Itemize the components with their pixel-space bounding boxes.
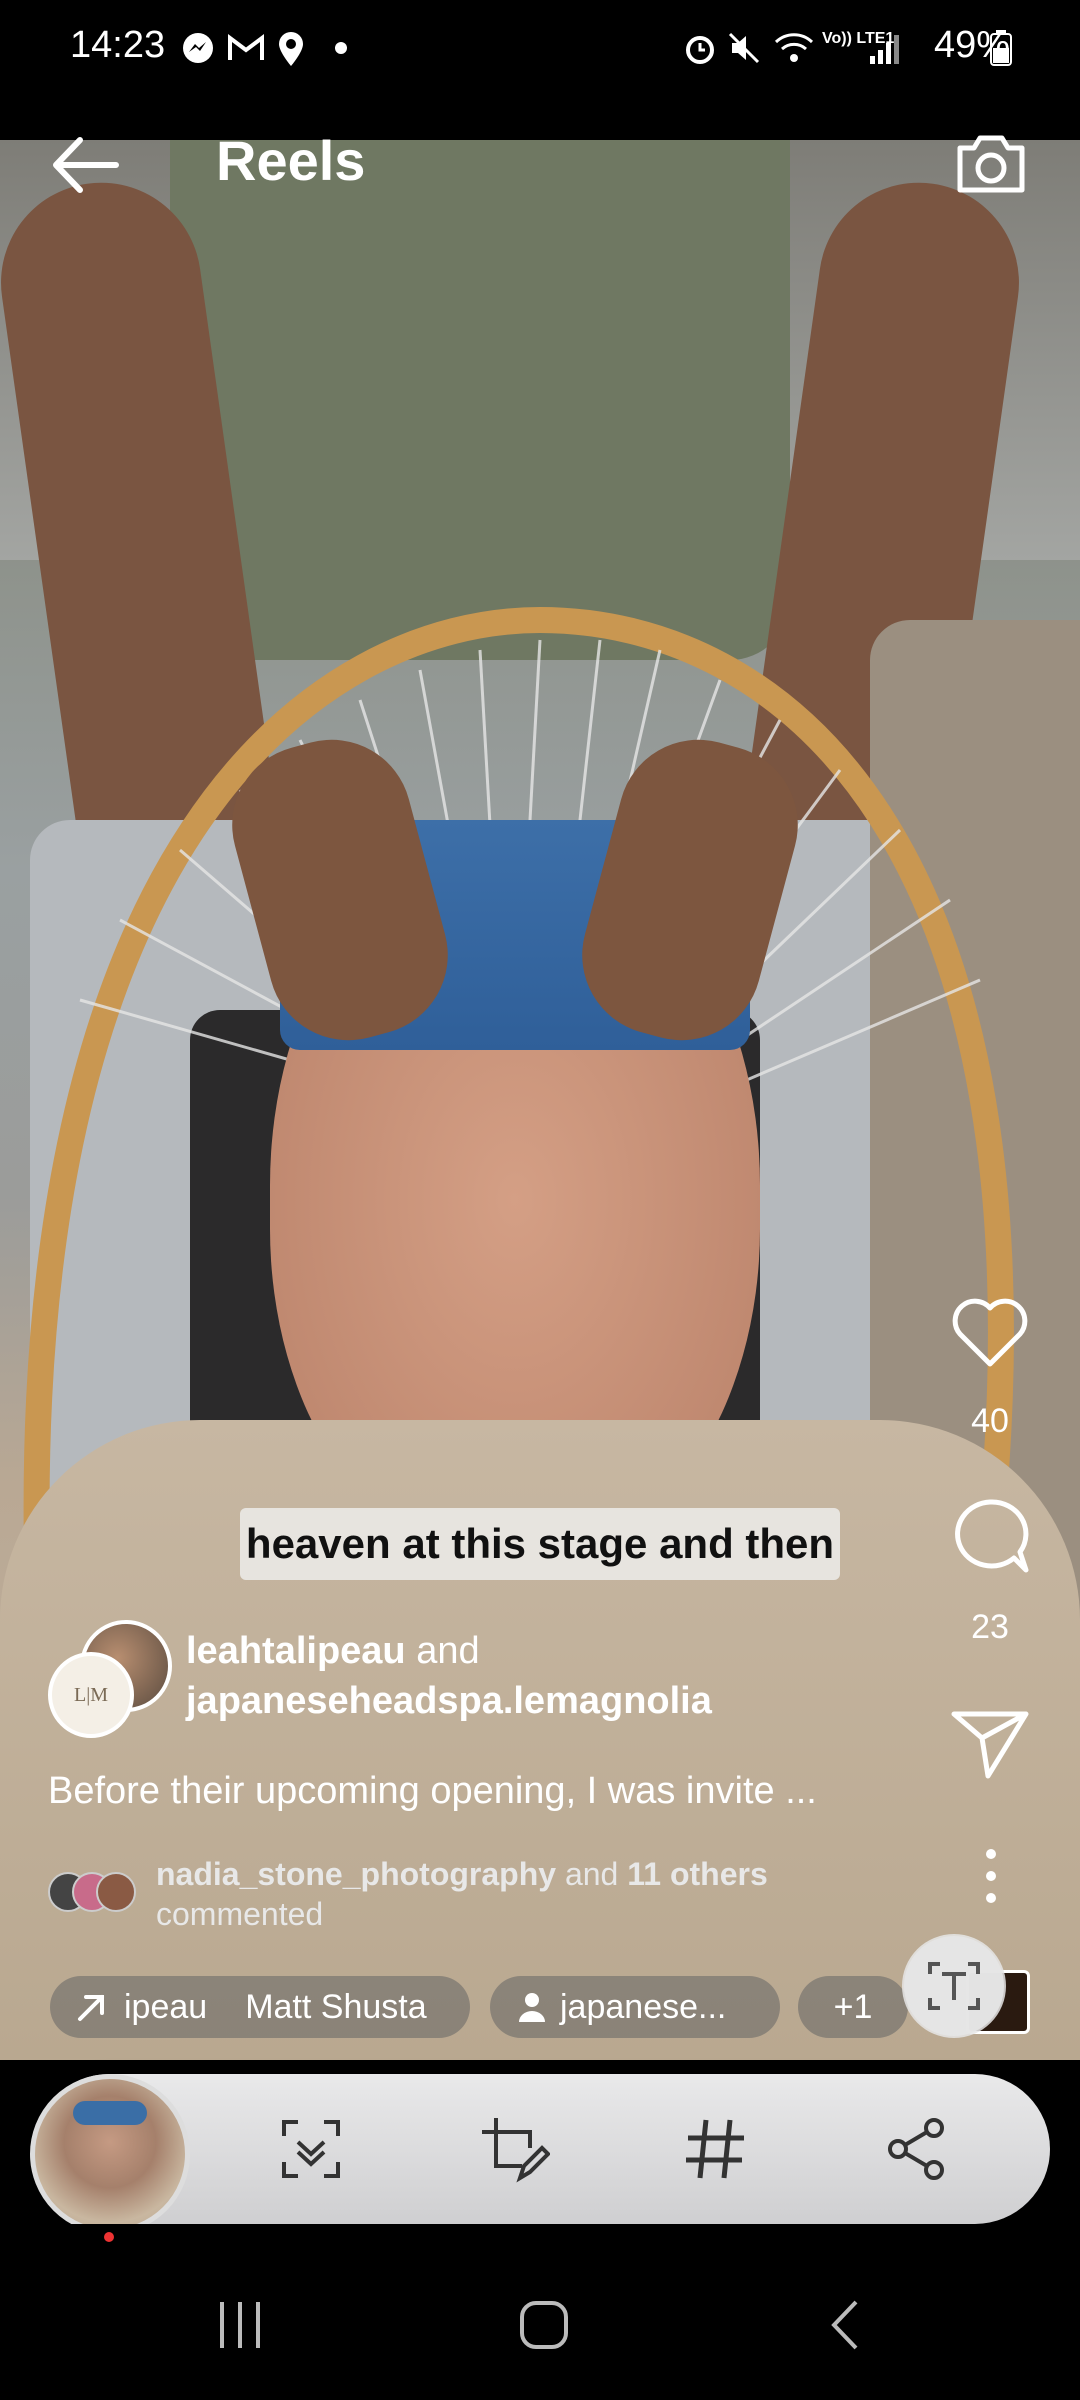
share-icon[interactable]: [880, 2112, 954, 2186]
hashtag-icon[interactable]: [678, 2112, 752, 2186]
text-scan-icon[interactable]: [902, 1934, 1006, 2038]
smart-select-icon[interactable]: [274, 2112, 348, 2186]
send-icon[interactable]: [948, 1698, 1032, 1782]
comment-icon[interactable]: [948, 1494, 1032, 1578]
collab-chip[interactable]: ipeau Matt Shusta: [50, 1976, 470, 2038]
gmail-icon: [228, 34, 264, 60]
comments-suffix: commented: [156, 1896, 324, 1932]
recording-dot: [104, 2232, 114, 2242]
comment-count: 23: [971, 1608, 1009, 1646]
more-vertical-icon[interactable]: [978, 1846, 1004, 1906]
collab-name: Matt Shusta: [245, 1987, 427, 2026]
commenter-avatars[interactable]: [48, 1872, 138, 1912]
battery-icon: [990, 30, 1012, 66]
heart-icon[interactable]: [948, 1290, 1032, 1374]
status-bar: 14:23 Vo)) LTE1 49%: [0, 0, 1080, 96]
author-connector: and: [416, 1630, 480, 1672]
recent-apps-icon[interactable]: [200, 2290, 280, 2360]
camera-icon[interactable]: [952, 124, 1030, 202]
messenger-icon: [183, 33, 213, 63]
home-icon[interactable]: [504, 2290, 584, 2360]
post-description[interactable]: Before their upcoming opening, I was inv…: [48, 1770, 817, 1813]
comment-connector: and: [564, 1856, 619, 1892]
tagged-account: japanese...: [560, 1987, 727, 2026]
person-icon: [519, 1993, 545, 2022]
dot-icon: [335, 42, 347, 54]
wifi-icon: [774, 33, 814, 62]
page-title: Reels: [216, 129, 366, 192]
comments-summary[interactable]: nadia_stone_photography and 11 others: [156, 1856, 768, 1893]
signal-icon: [870, 35, 899, 64]
more-tags-chip[interactable]: +1: [798, 1976, 908, 2038]
tagged-account-chip[interactable]: japanese...: [490, 1976, 780, 2038]
arrow-up-right-icon: [78, 1995, 104, 2021]
location-icon: [279, 32, 303, 66]
collaborator-avatar[interactable]: L|M: [48, 1652, 134, 1738]
collaborator-username[interactable]: japaneseheadspa.lemagnolia: [186, 1680, 712, 1723]
collab-prefix: ipeau: [124, 1987, 208, 2026]
others-count: 11 others: [627, 1856, 768, 1892]
mute-icon: [728, 32, 760, 64]
captured-thumbnail[interactable]: [30, 2074, 190, 2234]
nav-back-icon[interactable]: [806, 2290, 886, 2360]
back-arrow-icon[interactable]: [46, 130, 126, 200]
author-username[interactable]: leahtalipeau: [186, 1630, 406, 1672]
author-names[interactable]: leahtalipeau and: [186, 1630, 480, 1673]
status-time: 14:23: [70, 24, 166, 66]
like-count: 40: [971, 1402, 1009, 1440]
video-caption-overlay: heaven at this stage and then: [240, 1508, 840, 1580]
commenter-name: nadia_stone_photography: [156, 1856, 557, 1892]
crop-edit-icon[interactable]: [476, 2112, 550, 2186]
alarm-icon: [686, 36, 714, 64]
